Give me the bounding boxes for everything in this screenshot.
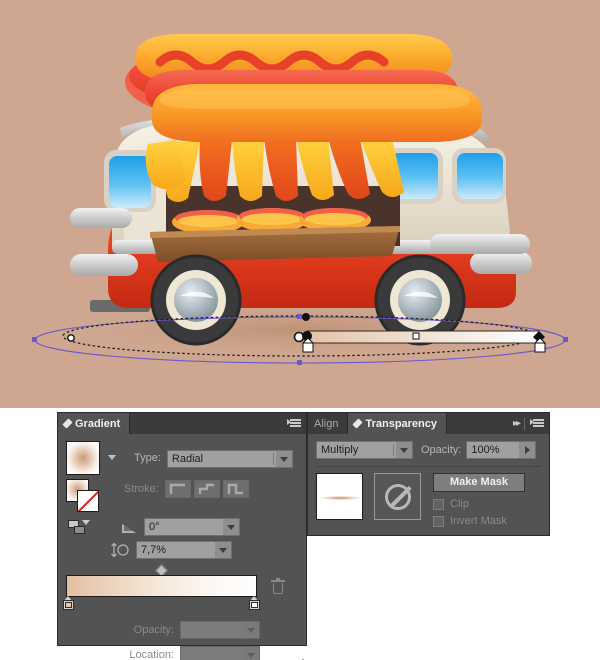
gradient-location-label: Location: [129, 649, 174, 660]
tab-gradient-label: Gradient [75, 417, 121, 430]
stroke-swatch-none[interactable] [77, 490, 99, 512]
gradient-aspect-value: 7,7% [141, 544, 167, 556]
gradient-stop-end[interactable] [249, 596, 260, 610]
gradient-stop-start[interactable] [63, 596, 74, 610]
tab-gradient[interactable]: Gradient [58, 413, 131, 434]
stroke-label: Stroke: [124, 483, 159, 495]
gradient-presets-chevron-down-icon[interactable] [108, 455, 116, 460]
select-separator [272, 453, 274, 465]
panel-menu-icon[interactable] [530, 418, 544, 429]
stroke-across-button[interactable] [193, 480, 220, 498]
gradient-aspect-chevron-down-icon[interactable] [215, 542, 231, 558]
panel-grip-icon [352, 418, 364, 429]
reverse-gradient-icon[interactable] [68, 519, 90, 535]
mask-thumbnail[interactable] [374, 473, 421, 520]
illustrator-canvas[interactable] [0, 0, 600, 408]
object-thumbnail[interactable] [316, 473, 363, 520]
transparency-opacity-field[interactable]: 100% [466, 441, 537, 459]
clip-checkbox[interactable] [433, 498, 444, 510]
tabbar-spacer [447, 413, 510, 434]
gradient-opacity-chevron-down-icon [243, 622, 259, 638]
gradient-type-value: Radial [171, 453, 204, 465]
object-thumbnail-content [321, 496, 360, 500]
stroke-along-button[interactable] [222, 480, 249, 498]
toolbar-divider [524, 417, 525, 430]
gradient-angle-chevron-down-icon[interactable] [223, 519, 239, 535]
delete-stop-trash-icon[interactable] [271, 578, 285, 594]
app-root: Gradient Type: Radial Stroke: 0° 7,7% Op… [0, 0, 600, 660]
transparency-opacity-value: 100% [471, 444, 500, 456]
collapse-panel-double-arrow-icon[interactable]: ▸▸ [513, 418, 521, 429]
opacity-stepper-arrow-icon[interactable] [519, 442, 536, 458]
invert-mask-label: Invert Mask [450, 515, 507, 527]
hot-dog-food-truck-illustration[interactable] [0, 0, 600, 408]
transparency-panel-body: Multiply Opacity: 100% Make Mask Clip In… [308, 434, 549, 534]
no-mask-icon [384, 483, 411, 510]
gradient-ramp[interactable] [66, 575, 257, 597]
gradient-location-field [180, 646, 260, 660]
gradient-panel[interactable]: Gradient Type: Radial Stroke: 0° 7,7% Op… [57, 412, 307, 660]
blend-mode-chevron-down-icon[interactable] [396, 442, 412, 458]
gradient-type-select[interactable]: Radial [166, 450, 293, 468]
invert-mask-checkbox[interactable] [433, 515, 444, 527]
aspect-ratio-icon [111, 542, 129, 558]
fill-stroke-swatches[interactable] [66, 479, 102, 512]
tab-align[interactable]: Align [308, 413, 349, 434]
gradient-slider[interactable] [63, 564, 260, 610]
gradient-aspect-field[interactable]: 7,7% [136, 541, 232, 559]
tab-align-label: Align [314, 417, 339, 430]
gradient-panel-menu-area[interactable] [284, 413, 306, 434]
gradient-angle-value: 0° [149, 521, 160, 533]
none-slash-icon [78, 491, 98, 511]
transparency-panel-menu-area[interactable]: ▸▸ [509, 413, 549, 434]
transparency-opacity-label: Opacity: [421, 444, 462, 456]
gradient-location-chevron-down-icon [243, 647, 259, 660]
stroke-within-button[interactable] [164, 480, 191, 498]
gradient-opacity-field [180, 621, 260, 639]
panel-menu-icon[interactable] [287, 418, 301, 429]
clip-label: Clip [450, 498, 469, 510]
gradient-opacity-label: Opacity: [133, 624, 174, 636]
blend-mode-value: Multiply [321, 444, 359, 456]
gradient-opacity-value [181, 622, 243, 638]
make-mask-button[interactable]: Make Mask [433, 473, 525, 492]
tab-transparency-label: Transparency [365, 417, 438, 430]
blend-mode-select[interactable]: Multiply [316, 441, 413, 459]
gradient-location-value [181, 647, 243, 660]
panel-divider [316, 466, 541, 467]
tab-transparency[interactable]: Transparency [348, 413, 448, 434]
angle-icon [122, 521, 138, 533]
gradient-angle-field[interactable]: 0° [144, 518, 240, 536]
gradient-type-chevron-down-icon[interactable] [275, 451, 292, 467]
transparency-panel[interactable]: Align Transparency ▸▸ Multiply Opacity: … [307, 412, 550, 536]
type-label: Type: [134, 452, 161, 464]
panel-grip-icon [62, 418, 73, 429]
transparency-panel-tabbar: Align Transparency ▸▸ [308, 413, 549, 434]
gradient-panel-body: Type: Radial Stroke: 0° 7,7% Opacity: Lo… [58, 434, 306, 660]
gradient-preview-swatch[interactable] [66, 441, 100, 475]
gradient-panel-tabbar: Gradient [58, 413, 306, 434]
tabbar-spacer [130, 413, 284, 434]
